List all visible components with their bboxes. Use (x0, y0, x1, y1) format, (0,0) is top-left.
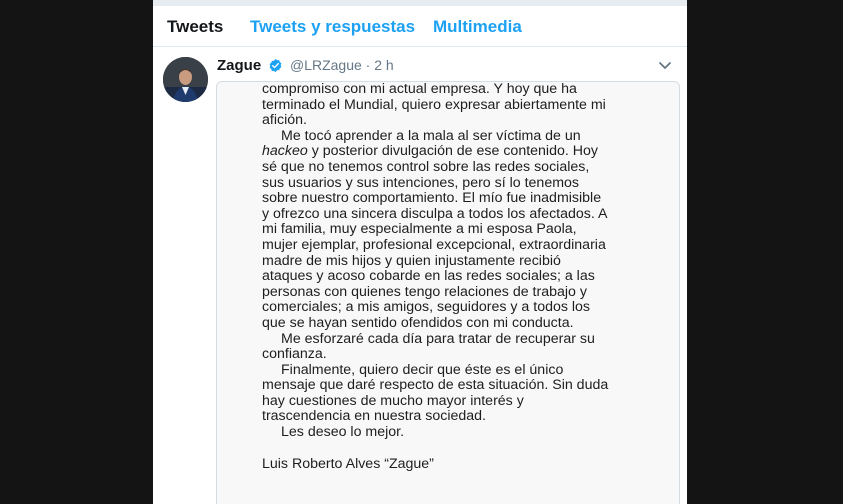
letter-italic-word: hackeo (262, 143, 308, 160)
letter-line: mi familia, muy especialmente a mi espos… (262, 221, 577, 238)
chevron-down-icon[interactable] (657, 57, 673, 73)
separator-dot: · (365, 57, 371, 73)
avatar[interactable] (163, 57, 208, 102)
letter-line: afición. (262, 112, 307, 129)
letter-line: y ofrezco una sincera disculpa a todos l… (262, 205, 608, 222)
letter-line: compromiso con mi actual empresa. Y hoy … (262, 81, 577, 97)
tab-tweets[interactable]: Tweets (167, 17, 223, 37)
letter-line: que se hayan sentido ofendidos con mi co… (262, 314, 574, 331)
profile-tabs: Tweets Tweets y respuestas Multimedia (153, 6, 687, 47)
tab-tweets-and-replies[interactable]: Tweets y respuestas (250, 17, 415, 37)
letter-line: terminado el Mundial, quiero expresar ab… (262, 96, 606, 113)
letter-line: sobre nuestro comportamiento. El mío fue… (262, 190, 602, 207)
letter-line: sus usuarios y sus intenciones, pero sí … (262, 174, 580, 191)
tweet[interactable]: Zague @LRZague · 2 h compromiso con mi a… (153, 47, 687, 504)
user-handle[interactable]: @LRZague (290, 57, 362, 73)
tweet-image[interactable]: compromiso con mi actual empresa. Y hoy … (216, 81, 680, 504)
tweet-timestamp[interactable]: 2 h (374, 57, 393, 73)
letter-line: comerciales; a mis amigos, seguidores y … (262, 299, 591, 316)
letter-text: compromiso con mi actual empresa. Y hoy … (262, 82, 662, 472)
letter-line: mujer ejemplar, profesional excepcional,… (262, 236, 606, 253)
letter-line: confianza. (262, 346, 327, 363)
letter-line: madre de mis hijos y quien injustamente … (262, 252, 561, 269)
letter-line: trascendencia en nuestra sociedad. (262, 408, 486, 425)
letter-line: Me esforzaré cada día para tratar de rec… (281, 330, 595, 347)
letter-line: hay cuestiones de mucho mayor interés y (262, 392, 524, 409)
display-name[interactable]: Zague (217, 57, 261, 74)
letter-line: hackeo y posterior divulgación de ese co… (262, 144, 662, 160)
twitter-profile-timeline: Tweets Tweets y respuestas Multimedia Za… (153, 0, 687, 504)
tweet-header: Zague @LRZague · 2 h (217, 57, 394, 77)
letter-line: Les deseo lo mejor. (281, 424, 405, 441)
letter-line: Finalmente, quiero decir que éste es el … (281, 361, 564, 378)
letter-line: mensaje que daré respecto de esta situac… (262, 377, 609, 394)
letter-line: Me tocó aprender a la mala al ser víctim… (281, 127, 581, 144)
letter-signature: Luis Roberto Alves “Zague” (262, 455, 434, 472)
letter-line-rest: y posterior divulgación de ese contenido… (307, 143, 598, 160)
tab-media[interactable]: Multimedia (433, 17, 522, 37)
letter-spacer (262, 441, 662, 457)
letter-line: sé que no tenemos control sobre las rede… (262, 158, 590, 175)
letter-line: ataques y acoso cobarde en las redes soc… (262, 268, 595, 285)
letter-line: personas con quienes tengo relaciones de… (262, 283, 587, 300)
verified-badge-icon (268, 58, 283, 76)
